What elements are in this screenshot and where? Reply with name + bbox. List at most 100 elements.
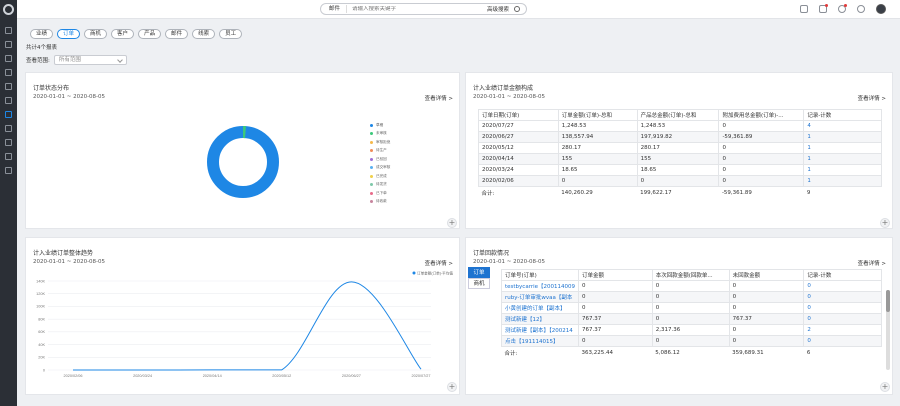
view-detail-link[interactable]: 查看详情 > xyxy=(858,259,886,267)
column-header[interactable]: 记录-计数 xyxy=(803,269,882,281)
bell-icon[interactable] xyxy=(819,4,828,13)
message-icon[interactable] xyxy=(838,4,847,13)
avatar[interactable] xyxy=(876,4,886,14)
top-bar: 邮件 高级搜索 xyxy=(17,0,900,19)
x-tick-label: 2020/04/14 xyxy=(203,374,222,378)
add-button[interactable]: + xyxy=(447,218,457,228)
tab-4[interactable]: 产品 xyxy=(138,29,162,39)
legend-item[interactable]: 成交审核 xyxy=(370,164,390,173)
table-cell: 测试新建【副本】【200214 xyxy=(500,324,580,336)
table-cell: 小黄创建的订单【副本】 xyxy=(500,302,580,314)
search-scope-select[interactable]: 邮件 xyxy=(321,5,348,13)
table-row[interactable]: 2020/04/14 155 155 0 1 xyxy=(478,153,882,165)
legend-item[interactable]: 已完成 xyxy=(370,172,390,181)
document-icon[interactable] xyxy=(5,97,12,104)
table-cell: 0 xyxy=(651,313,730,325)
table-row[interactable]: ruby-订单审批wvaa【副本 0 0 0 0 xyxy=(500,291,882,303)
legend-item[interactable]: 已下单 xyxy=(370,189,390,198)
add-button[interactable]: + xyxy=(880,382,890,392)
table-cell: 0 xyxy=(578,280,653,292)
grid-icon[interactable] xyxy=(5,139,12,146)
legend-item[interactable]: 待生产 xyxy=(370,147,390,156)
legend-item[interactable]: 草稿 xyxy=(370,121,390,130)
table-row[interactable]: 2020/07/27 1,248.53 1,248.53 0 4 xyxy=(478,120,882,132)
column-header[interactable]: 本次回款金额(回款单... xyxy=(651,269,730,281)
tools-icon[interactable] xyxy=(5,83,12,90)
column-header[interactable]: 未回款金额 xyxy=(728,269,805,281)
column-header[interactable]: 产品总金额(订单)-总和 xyxy=(636,109,720,121)
transfer-icon[interactable] xyxy=(5,55,12,62)
calendar-icon[interactable] xyxy=(800,5,808,13)
table-scrollbar[interactable] xyxy=(886,290,890,370)
tab-1[interactable]: 订单 xyxy=(57,29,81,39)
legend-label: 待生产 xyxy=(376,148,387,153)
tab-3[interactable]: 客户 xyxy=(111,29,135,39)
home-icon[interactable] xyxy=(5,27,12,34)
help-icon[interactable] xyxy=(857,5,865,13)
card-date: 2020-01-01 ~ 2020-08-05 xyxy=(33,259,106,265)
table-cell: 0 xyxy=(728,302,805,314)
side-tab-0[interactable]: 订单 xyxy=(468,267,490,278)
add-button[interactable]: + xyxy=(447,382,457,392)
card-date: 2020-01-01 ~ 2020-08-05 xyxy=(473,94,546,100)
table-cell: 155 xyxy=(557,153,638,165)
legend-item[interactable]: 未审核 xyxy=(370,130,390,139)
side-tab-1[interactable]: 商机 xyxy=(468,278,490,289)
amount-table: 订单日期(订单) 订单金额(订单)-总和 产品总金额(订单)-总和 附加费用总金额(订… xyxy=(478,109,882,199)
tab-7[interactable]: 员工 xyxy=(219,29,243,39)
table-row[interactable]: 点击【191114015】 0 0 0 0 xyxy=(500,335,882,347)
table-row[interactable]: testbycarrie【200114009 0 0 0 0 xyxy=(500,280,882,292)
advanced-search-link[interactable]: 高级搜索 xyxy=(482,5,514,13)
tab-2[interactable]: 商机 xyxy=(84,29,108,39)
total-cell: 199,622.17 xyxy=(637,186,719,199)
table-cell: 0 xyxy=(578,335,653,347)
table-row[interactable]: 2020/06/27 138,557.94 197,919.82 -59,361.89… xyxy=(478,131,882,143)
scope-select[interactable]: 所有范围 xyxy=(53,55,127,65)
legend-label: 草稿 xyxy=(376,122,384,127)
table-row[interactable]: 2020/02/06 0 0 0 1 xyxy=(478,175,882,187)
column-header[interactable]: 订单金额 xyxy=(578,269,653,281)
legend-item[interactable]: 审核拒绝 xyxy=(370,138,390,147)
settings-icon[interactable] xyxy=(5,69,12,76)
column-header[interactable]: 记录-计数 xyxy=(803,109,882,121)
app-logo-icon[interactable] xyxy=(3,4,14,15)
list-icon[interactable] xyxy=(5,125,12,132)
column-header[interactable]: 订单金额(订单)-总和 xyxy=(557,109,638,121)
total-cell: 5,086.12 xyxy=(652,346,730,359)
tab-5[interactable]: 邮件 xyxy=(165,29,189,39)
card-order-trend: 计入业绩订单整体趋势 2020-01-01 ~ 2020-08-05 查看详情 … xyxy=(25,237,460,395)
view-detail-link[interactable]: 查看详情 > xyxy=(425,94,453,102)
legend-dot xyxy=(370,140,373,144)
table-cell: 767.37 xyxy=(728,313,805,325)
table-cell: 767.37 xyxy=(578,324,653,336)
view-detail-link[interactable]: 查看详情 > xyxy=(858,94,886,102)
column-header[interactable]: 订单号(订单) xyxy=(500,269,580,281)
table-row[interactable]: 2020/05/12 280.17 280.17 0 1 xyxy=(478,142,882,154)
search-input[interactable] xyxy=(347,6,482,12)
table-row[interactable]: 测试新建【副本】【200214 767.37 2,317.36 0 2 xyxy=(500,324,882,336)
table-row[interactable]: 2020/03/24 18.65 18.65 0 1 xyxy=(478,164,882,176)
legend-item[interactable]: 待收款 xyxy=(370,198,390,207)
card-payment: 订单回款情况 2020-01-01 ~ 2020-08-05 查看详情 > 订单… xyxy=(465,237,893,395)
search-icon[interactable] xyxy=(514,6,520,12)
scroll-thumb[interactable] xyxy=(886,290,890,312)
legend-item[interactable]: 已驳回 xyxy=(370,155,390,164)
heart-icon[interactable] xyxy=(5,167,12,174)
column-header[interactable]: 附加费用总金额(订单)-... xyxy=(718,109,805,121)
table-cell: 0 xyxy=(728,291,805,303)
chart-icon[interactable] xyxy=(5,111,12,118)
legend-dot xyxy=(370,149,373,153)
legend-dot xyxy=(370,166,373,170)
tab-0[interactable]: 业绩 xyxy=(30,29,54,39)
tab-6[interactable]: 线索 xyxy=(192,29,216,39)
customer-icon[interactable] xyxy=(5,41,12,48)
scope-filter: 查看范围: 所有范围 xyxy=(26,55,127,65)
table-row[interactable]: 测试新建【12】 767.37 0 767.37 0 xyxy=(500,313,882,325)
table-cell: 18.65 xyxy=(636,164,720,176)
table-cell: 1 xyxy=(803,175,882,187)
org-icon[interactable] xyxy=(5,153,12,160)
column-header[interactable]: 订单日期(订单) xyxy=(478,109,559,121)
add-button[interactable]: + xyxy=(880,218,890,228)
table-row[interactable]: 小黄创建的订单【副本】 0 0 0 0 xyxy=(500,302,882,314)
legend-item[interactable]: 待发货 xyxy=(370,181,390,190)
